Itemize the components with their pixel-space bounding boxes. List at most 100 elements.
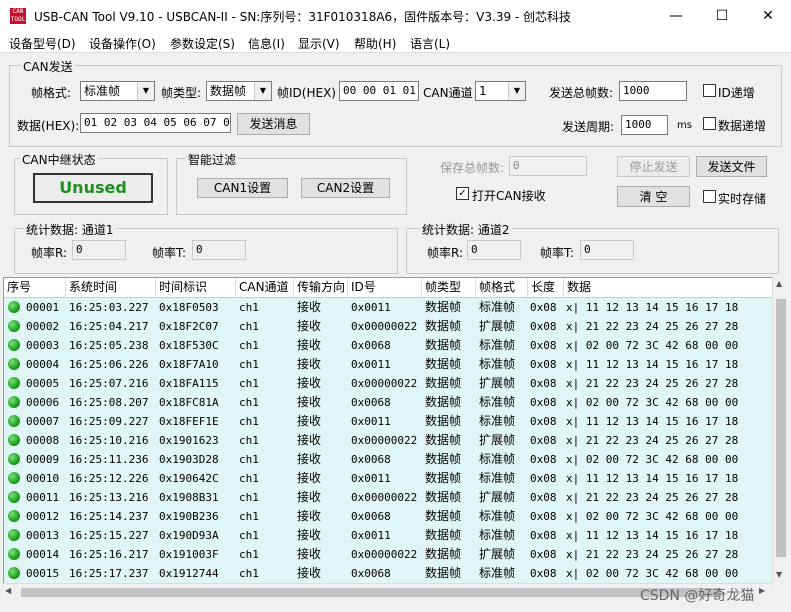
can-channel-value: 1 <box>479 84 487 98</box>
cell-frame-format: 扩展帧 <box>479 490 516 504</box>
table-row[interactable]: 00009 16:25:11.236 0x1903D28 ch1 接收 0x0068 数据帧… <box>4 450 773 469</box>
cell-direction: 接收 <box>297 528 322 542</box>
cell-timestamp: 0x190B236 <box>159 510 219 523</box>
table-row[interactable]: 00008 16:25:10.216 0x1901623 ch1 接收 0x0000002… <box>4 431 773 450</box>
cell-system-time: 16:25:13.216 <box>69 491 149 504</box>
table-row[interactable]: 00014 16:25:16.217 0x191003F ch1 接收 0x0000002… <box>4 545 773 564</box>
status-dot-icon <box>8 377 20 389</box>
cell-frame-type: 数据帧 <box>425 433 462 447</box>
table-row[interactable]: 00002 16:25:04.217 0x18F2C07 ch1 接收 0x0000002… <box>4 317 773 336</box>
scroll-down-icon[interactable]: ▼ <box>776 570 782 579</box>
data-increment-checkbox[interactable] <box>703 117 716 130</box>
menu-parameter-settings[interactable]: 参数设定(S) <box>170 35 235 52</box>
relay-title: CAN中继状态 <box>20 151 98 168</box>
table-row[interactable]: 00015 16:25:17.237 0x1912744 ch1 接收 0x0068 数据帧… <box>4 564 773 583</box>
cell-length: 0x08 <box>530 567 557 580</box>
ch1-rate-r-label: 帧率R: <box>31 246 68 260</box>
send-period-input[interactable]: 1000 <box>621 115 668 135</box>
frame-format-select[interactable]: 标准帧 ▼ <box>80 81 155 101</box>
table-row[interactable]: 00010 16:25:12.226 0x190642C ch1 接收 0x0011 数据帧… <box>4 469 773 488</box>
can-send-title: CAN发送 <box>21 58 75 75</box>
table-row[interactable]: 00003 16:25:05.238 0x18F530C ch1 接收 0x0068 数据帧… <box>4 336 773 355</box>
cell-data: x| 11 12 13 14 15 16 17 18 <box>566 358 739 371</box>
table-row[interactable]: 00006 16:25:08.207 0x18FC81A ch1 接收 0x0068 数据帧… <box>4 393 773 412</box>
send-file-button[interactable]: 发送文件 <box>696 156 767 177</box>
status-dot-icon <box>8 434 20 446</box>
col-header-direction[interactable]: 传输方向 <box>294 278 348 297</box>
scroll-up-icon[interactable]: ▲ <box>776 279 782 288</box>
scroll-right-icon[interactable]: ▶ <box>759 586 765 595</box>
can2-settings-button[interactable]: CAN2设置 <box>301 178 390 198</box>
send-message-button[interactable]: 发送消息 <box>237 113 310 135</box>
cell-direction: 接收 <box>297 433 322 447</box>
cell-index: 00015 <box>26 567 60 580</box>
can1-settings-button[interactable]: CAN1设置 <box>197 178 288 198</box>
col-header-can-channel[interactable]: CAN通道 <box>236 278 294 297</box>
minimize-button[interactable]: — <box>653 0 699 32</box>
can-channel-select[interactable]: 1 ▼ <box>475 81 526 101</box>
status-dot-icon <box>8 529 20 541</box>
menu-bar: 设备型号(D) 设备操作(O) 参数设定(S) 信息(I) 显示(V) 帮助(H… <box>0 32 791 53</box>
col-header-data[interactable]: 数据 <box>564 278 773 297</box>
cell-direction: 接收 <box>297 357 322 371</box>
table-row[interactable]: 00007 16:25:09.227 0x18FEF1E ch1 接收 0x0011 数据帧… <box>4 412 773 431</box>
menu-display[interactable]: 显示(V) <box>298 35 340 52</box>
cell-id: 0x00000022 <box>351 377 418 390</box>
table-row[interactable]: 00013 16:25:15.227 0x190D93A ch1 接收 0x0011 数据帧… <box>4 526 773 545</box>
scroll-left-icon[interactable]: ◀ <box>5 586 11 595</box>
frame-type-select[interactable]: 数据帧 ▼ <box>206 81 272 101</box>
stats-ch1-title: 统计数据: 通道1 <box>24 221 116 238</box>
data-hex-input[interactable]: 01 02 03 04 05 06 07 08 <box>80 113 231 133</box>
col-header-frame-format[interactable]: 帧格式 <box>476 278 528 297</box>
clear-button[interactable]: 清 空 <box>617 186 690 207</box>
table-row[interactable]: 00001 16:25:03.227 0x18F0503 ch1 接收 0x0011 数据帧… <box>4 298 773 317</box>
menu-info[interactable]: 信息(I) <box>248 35 285 52</box>
col-header-frame-type[interactable]: 帧类型 <box>422 278 476 297</box>
table-row[interactable]: 00004 16:25:06.226 0x18F7A10 ch1 接收 0x0011 数据帧… <box>4 355 773 374</box>
cell-system-time: 16:25:12.226 <box>69 472 149 485</box>
ch2-rate-t-label: 帧率T: <box>540 246 575 260</box>
chevron-down-icon: ▼ <box>254 82 271 100</box>
cell-direction: 接收 <box>297 566 322 580</box>
open-can-recv-checkbox[interactable]: ✓ <box>456 187 469 200</box>
menu-language[interactable]: 语言(L) <box>410 35 450 52</box>
cell-channel: ch1 <box>239 548 259 561</box>
frame-format-value: 标准帧 <box>84 84 121 98</box>
status-dot-icon <box>8 510 20 522</box>
menu-device-model[interactable]: 设备型号(D) <box>9 35 76 52</box>
realtime-save-checkbox[interactable] <box>703 190 716 203</box>
total-frames-input[interactable]: 1000 <box>619 81 687 101</box>
save-total-input: 0 <box>509 156 587 176</box>
message-table[interactable]: 序号 系统时间 时间标识 CAN通道 传输方向 ID号 帧类型 帧格式 长度 数… <box>3 277 774 585</box>
id-increment-label: ID递增 <box>718 86 755 100</box>
status-dot-icon <box>8 491 20 503</box>
cell-frame-type: 数据帧 <box>425 414 462 428</box>
col-header-length[interactable]: 长度 <box>528 278 564 297</box>
maximize-button[interactable]: ☐ <box>699 0 745 32</box>
cell-length: 0x08 <box>530 529 557 542</box>
status-dot-icon <box>8 301 20 313</box>
menu-help[interactable]: 帮助(H) <box>354 35 396 52</box>
cell-channel: ch1 <box>239 491 259 504</box>
col-header-system-time[interactable]: 系统时间 <box>66 278 156 297</box>
cell-data: x| 11 12 13 14 15 16 17 18 <box>566 415 739 428</box>
hscrollbar-thumb[interactable] <box>21 588 721 597</box>
table-row[interactable]: 00005 16:25:07.216 0x18FA115 ch1 接收 0x0000002… <box>4 374 773 393</box>
cell-timestamp: 0x18FA115 <box>159 377 219 390</box>
frame-id-input[interactable]: 00 00 01 01 <box>339 81 419 101</box>
id-increment-checkbox[interactable] <box>703 84 716 97</box>
scrollbar-thumb[interactable] <box>776 299 786 557</box>
vertical-scrollbar[interactable]: ▲ ▼ <box>772 277 789 585</box>
cell-frame-type: 数据帧 <box>425 547 462 561</box>
menu-device-operation[interactable]: 设备操作(O) <box>89 35 156 52</box>
table-header: 序号 系统时间 时间标识 CAN通道 传输方向 ID号 帧类型 帧格式 长度 数… <box>4 278 773 298</box>
col-header-timestamp[interactable]: 时间标识 <box>156 278 236 297</box>
cell-system-time: 16:25:11.236 <box>69 453 149 466</box>
col-header-index[interactable]: 序号 <box>4 278 66 297</box>
cell-channel: ch1 <box>239 472 259 485</box>
close-button[interactable]: ✕ <box>745 0 791 32</box>
cell-index: 00008 <box>26 434 60 447</box>
table-row[interactable]: 00012 16:25:14.237 0x190B236 ch1 接收 0x0068 数据帧… <box>4 507 773 526</box>
table-row[interactable]: 00011 16:25:13.216 0x1908B31 ch1 接收 0x0000002… <box>4 488 773 507</box>
col-header-id[interactable]: ID号 <box>348 278 422 297</box>
